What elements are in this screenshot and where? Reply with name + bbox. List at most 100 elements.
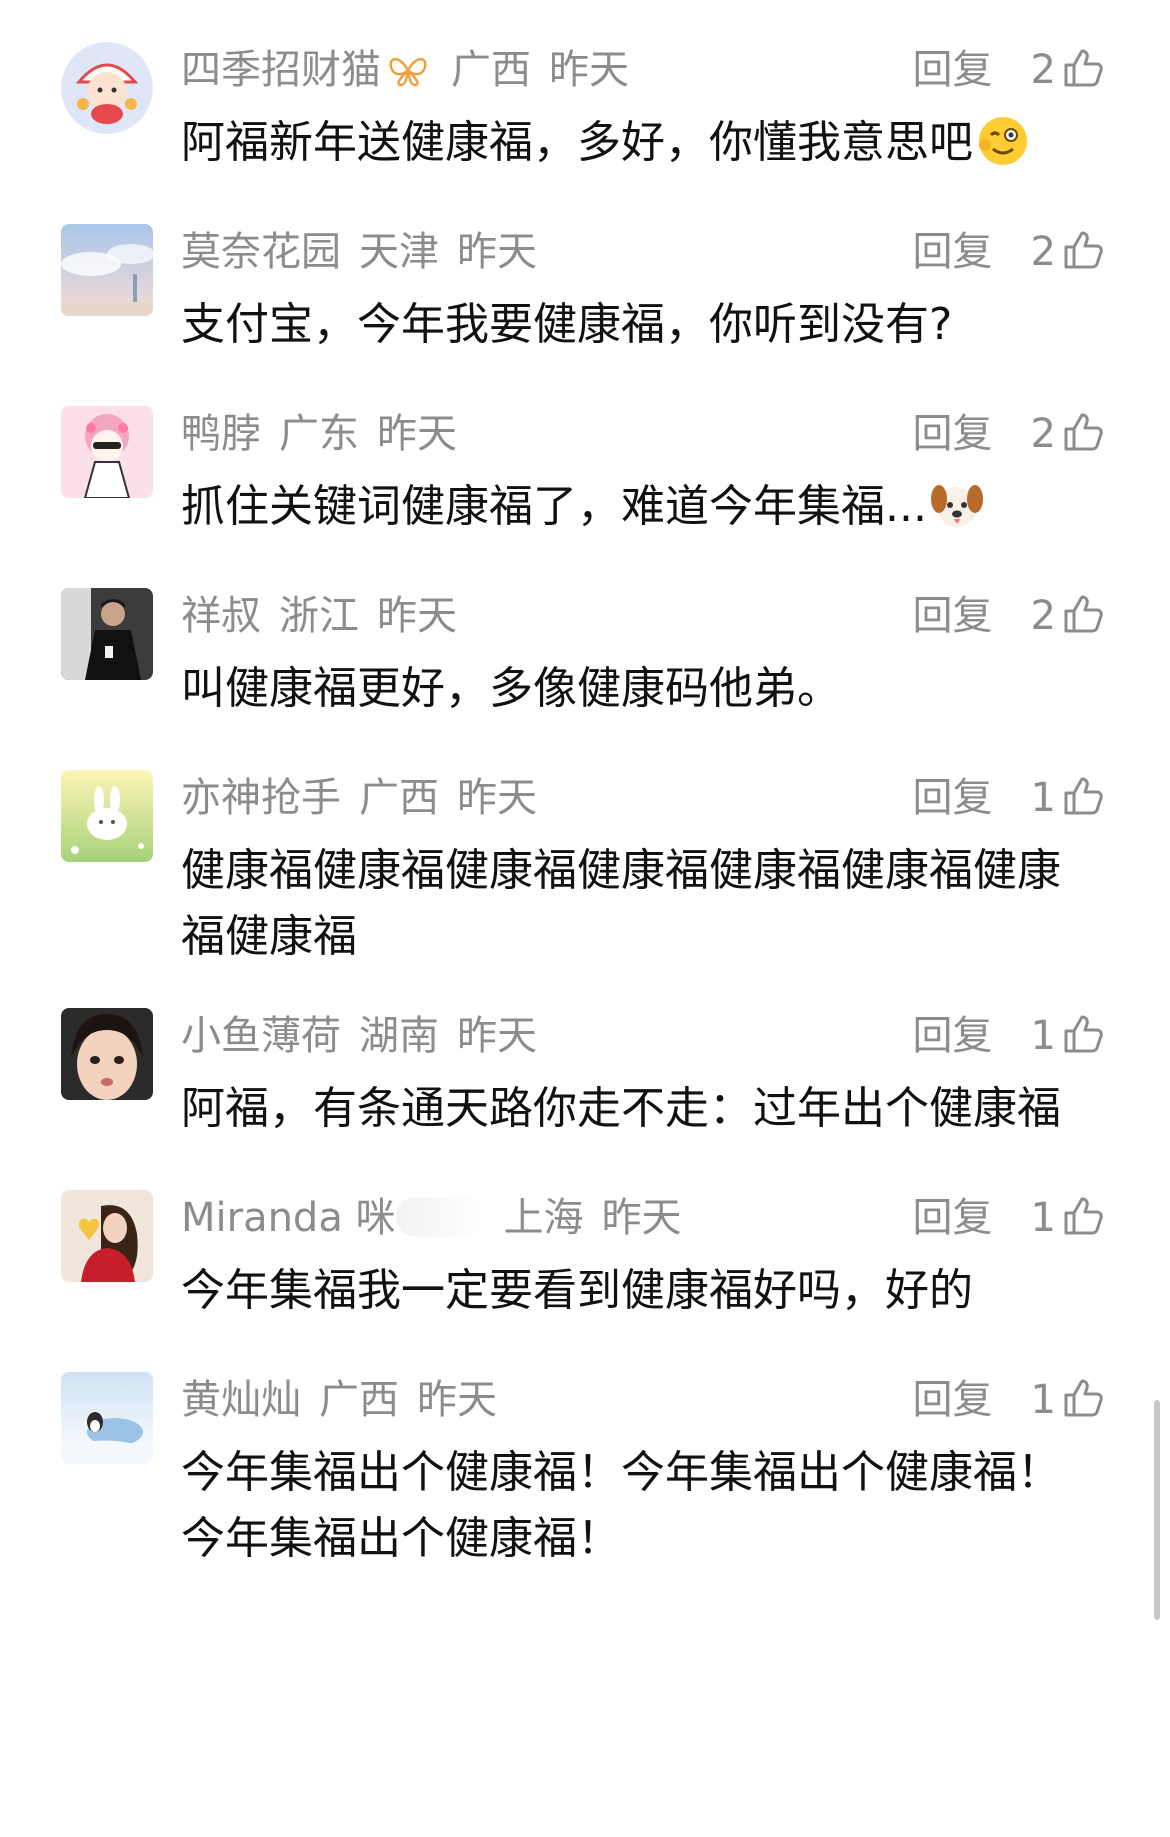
location: 广东	[279, 411, 359, 457]
comment-text: 阿福新年送健康福，多好，你懂我意思吧	[181, 110, 1111, 176]
thumbs-up-icon[interactable]	[1062, 229, 1104, 271]
location: 浙江	[279, 593, 359, 639]
obscured-name-mask	[395, 1197, 486, 1237]
comment-text: 健康福健康福健康福健康福健康福健康福健康福健康福	[181, 838, 1081, 970]
comment-text-content: 今年集福出个健康福！今年集福出个健康福！今年集福出个健康福！	[181, 1447, 1061, 1564]
location: 天津	[359, 229, 439, 275]
comment-list: 四季招财猫 广西 昨天 回复 2 阿福新年送健康福，多好，你懂我意思吧 莫奈花园 天津昨…	[0, 0, 1170, 1837]
timestamp: 昨天	[377, 411, 457, 457]
like-count: 1	[1030, 1377, 1056, 1423]
comment-meta: 亦神抢手 广西 昨天	[181, 768, 555, 828]
comment-text: 阿福，有条通天路你走不走：过年出个健康福	[181, 1076, 1111, 1142]
comment-text: 今年集福出个健康福！今年集福出个健康福！今年集福出个健康福！	[181, 1440, 1081, 1572]
comment-actions: 回复 1	[913, 1188, 1104, 1248]
avatar[interactable]	[61, 406, 153, 498]
location: 上海	[503, 1195, 584, 1241]
comment-text-content: 阿福新年送健康福，多好，你懂我意思吧	[181, 117, 973, 168]
location: 广西	[359, 775, 439, 821]
reply-button[interactable]: 回复	[913, 229, 993, 275]
username[interactable]: 莫奈花园	[181, 229, 341, 275]
comment-text: 叫健康福更好，多像健康码他弟。	[181, 656, 1111, 722]
comment-actions: 回复 2	[913, 586, 1104, 646]
comment-text-content: 健康福健康福健康福健康福健康福健康福健康福健康福	[181, 845, 1061, 962]
username[interactable]: 黄灿灿	[181, 1377, 301, 1423]
timestamp: 昨天	[601, 1195, 682, 1241]
comment-text-content: 抓住关键词健康福了，难道今年集福...	[181, 481, 927, 532]
reply-button[interactable]: 回复	[913, 411, 993, 457]
girl-face-avatar	[61, 1008, 153, 1100]
avatar[interactable]	[61, 1008, 153, 1100]
timestamp: 昨天	[457, 1013, 537, 1059]
like-count: 2	[1030, 593, 1056, 639]
reply-button[interactable]: 回复	[913, 1013, 993, 1059]
username[interactable]: Miranda 咪	[181, 1195, 396, 1241]
thumbs-up-icon[interactable]	[1062, 1013, 1104, 1055]
thumbs-up-icon[interactable]	[1062, 1377, 1104, 1419]
thumbs-up-icon[interactable]	[1062, 47, 1104, 89]
like-count: 1	[1030, 775, 1056, 821]
comment-meta: Miranda 咪 上海 昨天	[181, 1188, 700, 1248]
timestamp: 昨天	[549, 47, 629, 93]
comment-actions: 回复 2	[913, 404, 1104, 464]
like-count: 1	[1030, 1195, 1056, 1241]
bunny-meadow-avatar	[61, 770, 153, 862]
comment-meta: 四季招财猫 广西 昨天	[181, 40, 647, 100]
thumbs-up-icon[interactable]	[1062, 411, 1104, 453]
butterfly-badge-icon	[389, 57, 427, 87]
avatar[interactable]	[61, 1190, 153, 1282]
avatar[interactable]	[61, 42, 153, 134]
like-count: 1	[1030, 1013, 1056, 1059]
reply-button[interactable]: 回复	[913, 775, 993, 821]
comment-actions: 回复 2	[913, 40, 1104, 100]
comment-meta: 鸭脖 广东 昨天	[181, 404, 475, 464]
like-count: 2	[1030, 229, 1056, 275]
pastel-sky-avatar	[61, 224, 153, 316]
timestamp: 昨天	[417, 1377, 497, 1423]
scrollbar-thumb[interactable]	[1154, 1400, 1160, 1620]
location: 湖南	[359, 1013, 439, 1059]
username[interactable]: 四季招财猫	[181, 47, 381, 93]
reply-button[interactable]: 回复	[913, 1377, 993, 1423]
comment-meta: 小鱼薄荷 湖南 昨天	[181, 1006, 555, 1066]
timestamp: 昨天	[457, 229, 537, 275]
reply-button[interactable]: 回复	[913, 47, 993, 93]
timestamp: 昨天	[377, 593, 457, 639]
location: 广西	[451, 47, 531, 93]
avatar[interactable]	[61, 770, 153, 862]
wink-ok-emoji	[979, 117, 1027, 165]
comment-text-content: 阿福，有条通天路你走不走：过年出个健康福	[181, 1083, 1061, 1134]
avatar[interactable]	[61, 1372, 153, 1464]
comment-text-content: 叫健康福更好，多像健康码他弟。	[181, 663, 841, 714]
location: 广西	[319, 1377, 399, 1423]
scrollbar[interactable]	[1154, 1400, 1160, 1620]
comment-meta: 莫奈花园 天津 昨天	[181, 222, 555, 282]
thumbs-up-icon[interactable]	[1062, 1195, 1104, 1237]
comment-meta: 祥叔 浙江 昨天	[181, 586, 475, 646]
man-in-black-avatar	[61, 588, 153, 680]
thumbs-up-icon[interactable]	[1062, 593, 1104, 635]
username[interactable]: 亦神抢手	[181, 775, 341, 821]
comment-actions: 回复 1	[913, 768, 1104, 828]
reply-button[interactable]: 回复	[913, 1195, 993, 1241]
avatar[interactable]	[61, 588, 153, 680]
comment-actions: 回复 2	[913, 222, 1104, 282]
comment-actions: 回复 1	[913, 1370, 1104, 1430]
timestamp: 昨天	[457, 775, 537, 821]
girl-red-heart-avatar	[61, 1190, 153, 1282]
thumbs-up-icon[interactable]	[1062, 775, 1104, 817]
comment-text-content: 支付宝，今年我要健康福，你听到没有?	[181, 299, 953, 350]
avatar[interactable]	[61, 224, 153, 316]
reply-button[interactable]: 回复	[913, 593, 993, 639]
username[interactable]: 祥叔	[181, 593, 261, 639]
like-count: 2	[1030, 47, 1056, 93]
like-count: 2	[1030, 411, 1056, 457]
comment-actions: 回复 1	[913, 1006, 1104, 1066]
username[interactable]: 鸭脖	[181, 411, 261, 457]
comment-text: 抓住关键词健康福了，难道今年集福...	[181, 474, 1111, 540]
comment-text: 支付宝，今年我要健康福，你听到没有?	[181, 292, 1111, 358]
cartoon-girl-avatar	[61, 406, 153, 498]
comment-meta: 黄灿灿 广西 昨天	[181, 1370, 515, 1430]
username[interactable]: 小鱼薄荷	[181, 1013, 341, 1059]
comment-text-content: 今年集福我一定要看到健康福好吗，好的	[181, 1265, 973, 1316]
comment-text: 今年集福我一定要看到健康福好吗，好的	[181, 1258, 1111, 1324]
